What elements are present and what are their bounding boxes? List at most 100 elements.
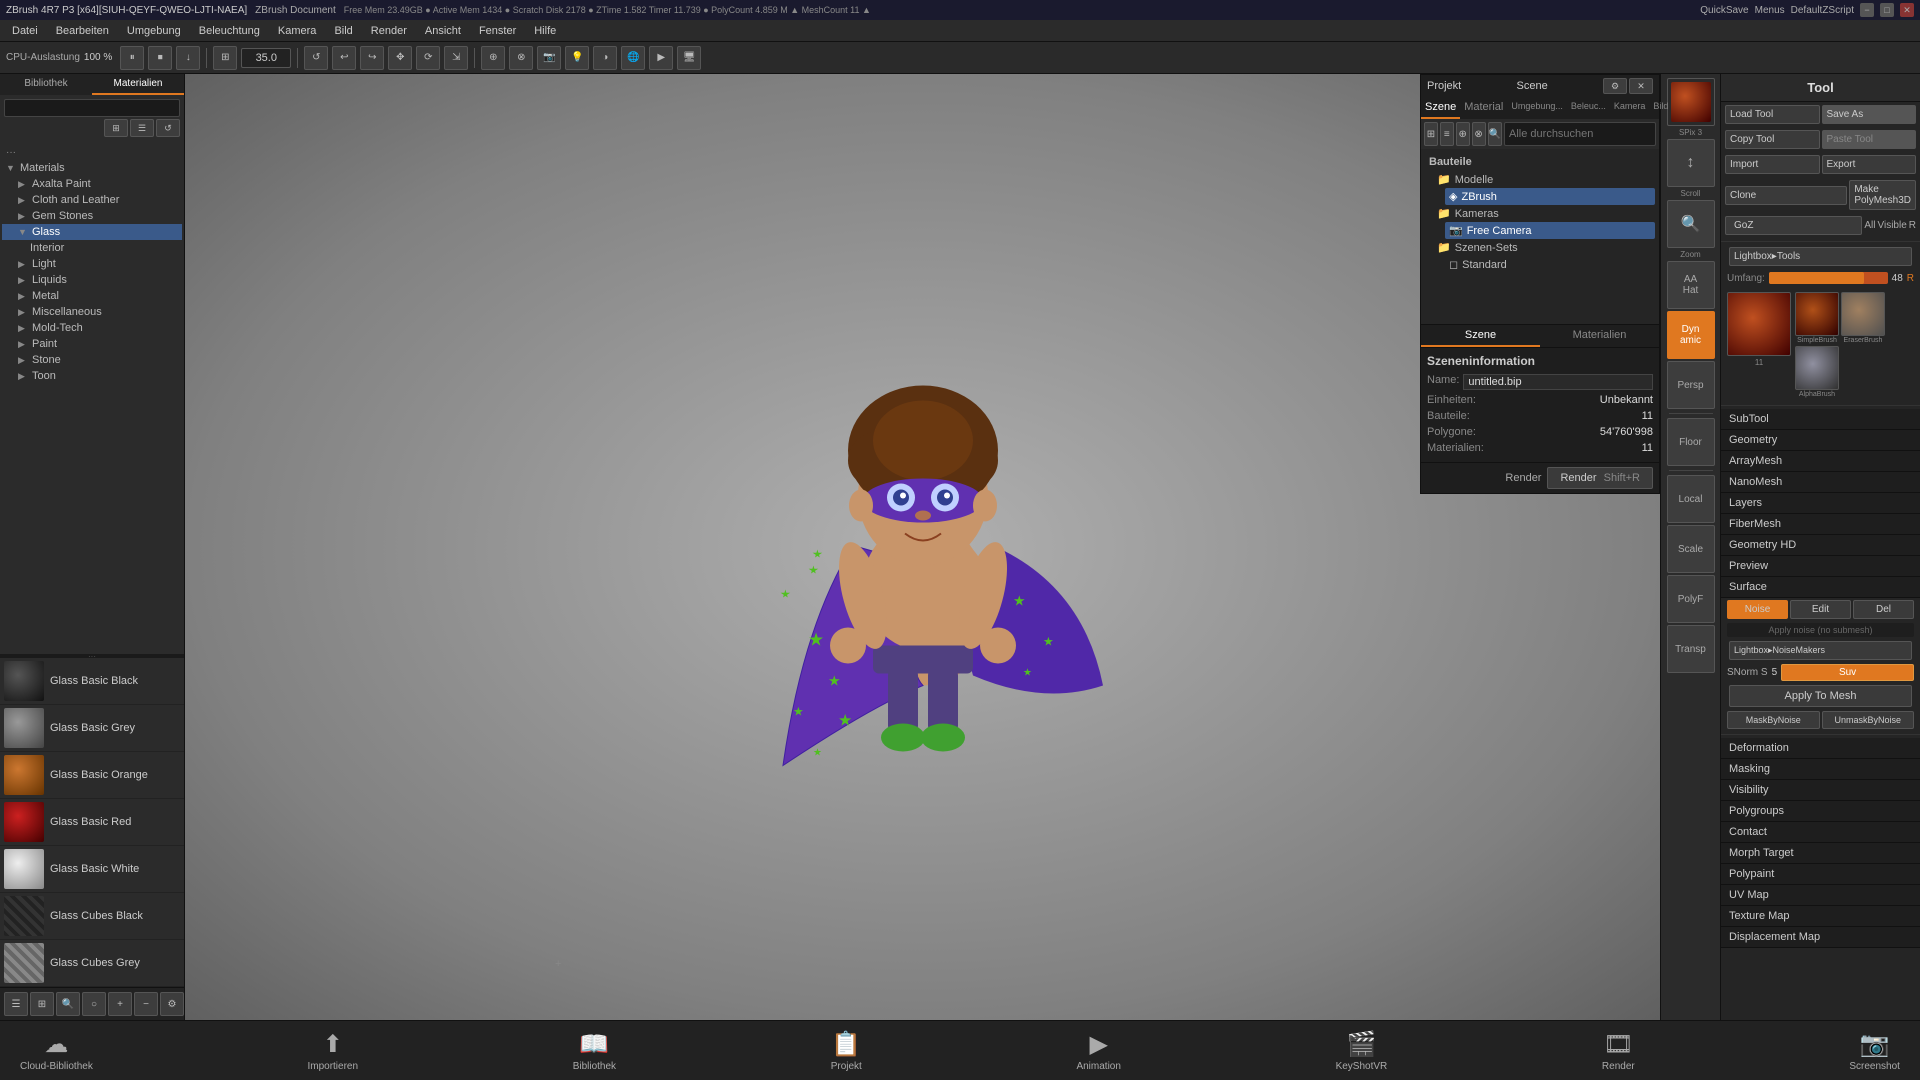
left-grid-icon[interactable]: ⊞: [30, 992, 54, 1016]
brush-thumb-eraser[interactable]: [1841, 292, 1885, 336]
tb-move[interactable]: ✥: [388, 46, 412, 70]
quicksave-label[interactable]: QuickSave: [1700, 5, 1748, 16]
scene-tb-4[interactable]: ⊗: [1472, 122, 1486, 146]
list-item[interactable]: Glass Basic Black: [0, 658, 184, 705]
maximize-button[interactable]: □: [1880, 3, 1894, 17]
tab-bild-s[interactable]: Bild: [1649, 97, 1672, 119]
visibility-section[interactable]: Visibility: [1721, 780, 1920, 801]
texture-map-section[interactable]: Texture Map: [1721, 906, 1920, 927]
geometry-hd-section[interactable]: Geometry HD: [1721, 535, 1920, 556]
tree-item-materials[interactable]: ▼ Materials: [2, 160, 182, 176]
tree-item-liquids[interactable]: ▶ Liquids: [2, 272, 182, 288]
load-tool-button[interactable]: Load Tool: [1725, 105, 1820, 124]
left-settings[interactable]: ⚙: [160, 992, 184, 1016]
tree-item-cloth[interactable]: ▶ Cloth and Leather: [2, 192, 182, 208]
array-mesh-section[interactable]: ArrayMesh: [1721, 451, 1920, 472]
tb-screenshot-btn[interactable]: 🖥: [677, 46, 701, 70]
fiber-mesh-section[interactable]: FiberMesh: [1721, 514, 1920, 535]
menu-bild[interactable]: Bild: [326, 23, 360, 39]
tree-standard[interactable]: ◻ Standard: [1445, 256, 1655, 273]
tree-item-metal[interactable]: ▶ Metal: [2, 288, 182, 304]
list-item[interactable]: Glass Basic White: [0, 846, 184, 893]
tb-snap[interactable]: ⊕: [481, 46, 505, 70]
tree-item-interior[interactable]: Interior: [2, 240, 182, 256]
tree-item-misc[interactable]: ▶ Miscellaneous: [2, 304, 182, 320]
tree-modelle[interactable]: 📁 Modelle: [1433, 171, 1655, 188]
menu-datei[interactable]: Datei: [4, 23, 46, 39]
transp-btn[interactable]: Transp: [1667, 625, 1715, 673]
left-zoom-out[interactable]: −: [134, 992, 158, 1016]
tree-item-glass[interactable]: ▼ Glass: [2, 224, 182, 240]
tree-item-axalta[interactable]: ▶ Axalta Paint: [2, 176, 182, 192]
material-preview-btn[interactable]: [1667, 78, 1715, 126]
displacement-map-section[interactable]: Displacement Map: [1721, 927, 1920, 948]
bottom-cloud[interactable]: ☁ Cloud-Bibliothek: [20, 1030, 93, 1072]
pause-button[interactable]: ⏸: [120, 46, 144, 70]
preview-section[interactable]: Preview: [1721, 556, 1920, 577]
tab-material-s[interactable]: Material: [1460, 97, 1507, 119]
paste-tool-button[interactable]: Paste Tool: [1822, 130, 1917, 149]
tree-szenen-sets[interactable]: 📁 Szenen-Sets: [1433, 239, 1655, 256]
goz-button[interactable]: GoZ: [1725, 216, 1862, 235]
stop-button[interactable]: ⏹: [148, 46, 172, 70]
polygroups-section[interactable]: Polygroups: [1721, 801, 1920, 822]
search-refresh[interactable]: ↺: [156, 119, 180, 137]
morph-target-section[interactable]: Morph Target: [1721, 843, 1920, 864]
minimize-button[interactable]: −: [1860, 3, 1874, 17]
bottom-projekt[interactable]: 📋 Projekt: [831, 1030, 862, 1072]
arrow-button[interactable]: ↓: [176, 46, 200, 70]
left-list-icon[interactable]: ☰: [4, 992, 28, 1016]
scroll-btn[interactable]: ↕: [1667, 139, 1715, 187]
list-item[interactable]: Glass Cubes Black: [0, 893, 184, 940]
scene-search-input[interactable]: [1504, 122, 1656, 146]
scene-tb-1[interactable]: ⊞: [1424, 122, 1438, 146]
tab-beleuc-s[interactable]: Beleuc...: [1567, 97, 1610, 119]
menu-fenster[interactable]: Fenster: [471, 23, 524, 39]
zoom-btn[interactable]: 🔍: [1667, 200, 1715, 248]
left-search-icon[interactable]: 🔍: [56, 992, 80, 1016]
masking-section[interactable]: Masking: [1721, 759, 1920, 780]
copy-tool-button[interactable]: Copy Tool: [1725, 130, 1820, 149]
left-brush-icon[interactable]: ○: [82, 992, 106, 1016]
tree-item-light[interactable]: ▶ Light: [2, 256, 182, 272]
brush-thumb-simple[interactable]: [1795, 292, 1839, 336]
edit-button[interactable]: Edit: [1790, 600, 1851, 619]
tb-light[interactable]: 💡: [565, 46, 589, 70]
menu-beleuchtung[interactable]: Beleuchtung: [191, 23, 268, 39]
menus-btn[interactable]: Menus: [1755, 5, 1785, 16]
bottom-animation[interactable]: ▶ Animation: [1076, 1030, 1120, 1072]
polypaint-section[interactable]: Polypaint: [1721, 864, 1920, 885]
tb-undo[interactable]: ↩: [332, 46, 356, 70]
tree-item-downloads[interactable]: ···: [2, 145, 182, 160]
tree-item-gem[interactable]: ▶ Gem Stones: [2, 208, 182, 224]
tb-redo[interactable]: ↪: [360, 46, 384, 70]
apply-mesh-button[interactable]: Apply To Mesh: [1729, 685, 1912, 707]
tree-kameras[interactable]: 📁 Kameras: [1433, 205, 1655, 222]
scene-panel-close[interactable]: ✕: [1629, 78, 1653, 94]
left-zoom-in[interactable]: +: [108, 992, 132, 1016]
tab-bibliothek[interactable]: Bibliothek: [0, 74, 92, 95]
menu-render[interactable]: Render: [363, 23, 415, 39]
tb-render-btn[interactable]: ▶: [649, 46, 673, 70]
polyf-btn[interactable]: PolyF: [1667, 575, 1715, 623]
bottom-bibliothek[interactable]: 📖 Bibliothek: [573, 1030, 616, 1072]
brush-thumb-alpha[interactable]: [1795, 346, 1839, 390]
list-item[interactable]: Glass Cubes Grey: [0, 940, 184, 987]
scale-btn[interactable]: Scale: [1667, 525, 1715, 573]
deformation-section[interactable]: Deformation: [1721, 738, 1920, 759]
scene-tb-2[interactable]: ≡: [1440, 122, 1454, 146]
bottom-import[interactable]: ⬆ Importieren: [307, 1030, 358, 1072]
dynamic-btn[interactable]: Dynamic: [1667, 311, 1715, 359]
search-grid-view[interactable]: ⊞: [104, 119, 128, 137]
search-list-view[interactable]: ☰: [130, 119, 154, 137]
tb-reset[interactable]: ↺: [304, 46, 328, 70]
default-script-btn[interactable]: DefaultZScript: [1791, 5, 1854, 16]
unmask-by-noise-button[interactable]: UnmaskByNoise: [1822, 711, 1915, 729]
list-item[interactable]: Glass Basic Red: [0, 799, 184, 846]
bottom-tab-szene[interactable]: Szene: [1421, 325, 1540, 347]
layers-section[interactable]: Layers: [1721, 493, 1920, 514]
geometry-section[interactable]: Geometry: [1721, 430, 1920, 451]
uv-map-section[interactable]: UV Map: [1721, 885, 1920, 906]
menu-ansicht[interactable]: Ansicht: [417, 23, 469, 39]
tb-scale[interactable]: ⇲: [444, 46, 468, 70]
